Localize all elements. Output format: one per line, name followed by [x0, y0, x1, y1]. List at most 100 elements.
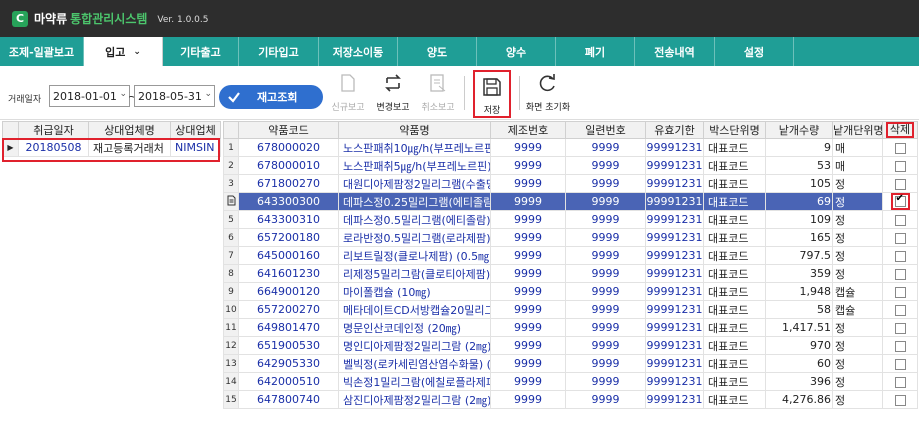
- serial-number-cell[interactable]: 9999: [565, 174, 646, 193]
- lot-number-cell[interactable]: 9999: [490, 156, 566, 175]
- expiry-date-cell[interactable]: 99991231: [645, 300, 704, 319]
- delete-checkbox[interactable]: [894, 340, 906, 352]
- new-report-button[interactable]: 신규보고: [330, 68, 366, 118]
- unit-quantity-cell[interactable]: 4,276.86: [765, 390, 833, 409]
- table-row[interactable]: 14 642000510 빅손정1밀리그람(에칠로플라제피 9999 9999 99991…: [223, 372, 918, 391]
- column-header[interactable]: 유효기한: [645, 121, 704, 139]
- delete-checkbox-cell[interactable]: [882, 210, 918, 229]
- expiry-date-cell[interactable]: 99991231: [645, 318, 704, 337]
- expiry-date-cell[interactable]: 99991231: [645, 174, 704, 193]
- chevron-down-icon[interactable]: ⌄: [204, 89, 212, 99]
- serial-number-cell[interactable]: 9999: [565, 336, 646, 355]
- unit-name-cell[interactable]: 정: [832, 372, 883, 391]
- lot-number-cell[interactable]: 9999: [490, 336, 566, 355]
- drug-name-cell[interactable]: 명문인산코데인정 (20㎎): [338, 318, 491, 337]
- unit-quantity-cell[interactable]: 58: [765, 300, 833, 319]
- save-button[interactable]: 저장: [473, 70, 511, 118]
- unit-name-cell[interactable]: 정: [832, 210, 883, 229]
- menu-storage-move[interactable]: 저장소이동: [319, 37, 398, 66]
- box-unit-cell[interactable]: 대표코드: [703, 318, 766, 337]
- delete-checkbox[interactable]: [894, 394, 906, 406]
- box-unit-cell[interactable]: 대표코드: [703, 354, 766, 373]
- reset-screen-button[interactable]: 화면 초기화: [524, 68, 572, 118]
- menu-dispense-batch[interactable]: 조제-일괄보고: [0, 37, 84, 66]
- column-header[interactable]: 약품명: [338, 121, 491, 139]
- serial-number-cell[interactable]: 9999: [565, 300, 646, 319]
- serial-number-cell[interactable]: 9999: [565, 282, 646, 301]
- box-unit-cell[interactable]: 대표코드: [703, 390, 766, 409]
- unit-name-cell[interactable]: 매: [832, 138, 883, 157]
- serial-number-cell[interactable]: 9999: [565, 318, 646, 337]
- expiry-date-cell[interactable]: 99991231: [645, 210, 704, 229]
- delete-checkbox-cell[interactable]: [882, 192, 918, 211]
- box-unit-cell[interactable]: 대표코드: [703, 138, 766, 157]
- drug-code-cell[interactable]: 641601230: [238, 264, 339, 283]
- unit-name-cell[interactable]: 캡슐: [832, 282, 883, 301]
- column-header[interactable]: 일련번호: [565, 121, 646, 139]
- lot-number-cell[interactable]: 9999: [490, 210, 566, 229]
- unit-quantity-cell[interactable]: 797.5: [765, 246, 833, 265]
- delete-checkbox-cell[interactable]: [882, 318, 918, 337]
- drug-name-cell[interactable]: 메타데이트CD서방캡슐20밀리그: [338, 300, 491, 319]
- delete-checkbox-cell[interactable]: [882, 174, 918, 193]
- drug-code-cell[interactable]: 642000510: [238, 372, 339, 391]
- drug-name-cell[interactable]: 데파스정0.25밀리그램(에티졸람): [338, 192, 491, 211]
- table-row[interactable]: 15 647800740 삼진디아제팜정2밀리그람 (2㎎) 9999 9999 9999…: [223, 390, 918, 409]
- drug-name-cell[interactable]: 마이폴캡슐 (10㎎): [338, 282, 491, 301]
- serial-number-cell[interactable]: 9999: [565, 354, 646, 373]
- expiry-date-cell[interactable]: 99991231: [645, 354, 704, 373]
- date-from-picker[interactable]: 2018-01-01 ⌄: [49, 85, 130, 107]
- drug-name-cell[interactable]: 삼진디아제팜정2밀리그람 (2㎎): [338, 390, 491, 409]
- delete-checkbox[interactable]: [894, 160, 906, 172]
- menu-receiving[interactable]: 입고 ⌄: [84, 37, 163, 66]
- delete-checkbox[interactable]: [894, 358, 906, 370]
- drug-name-cell[interactable]: 노스판패취5㎍/h(부프레노르핀): [338, 156, 491, 175]
- unit-quantity-cell[interactable]: 970: [765, 336, 833, 355]
- column-header[interactable]: 상대업체명: [88, 121, 171, 139]
- serial-number-cell[interactable]: 9999: [565, 390, 646, 409]
- box-unit-cell[interactable]: 대표코드: [703, 192, 766, 211]
- menu-settings[interactable]: 설정: [715, 37, 794, 66]
- drug-code-cell[interactable]: 643300300: [238, 192, 339, 211]
- box-unit-cell[interactable]: 대표코드: [703, 282, 766, 301]
- menu-disposal[interactable]: 폐기: [556, 37, 635, 66]
- table-row[interactable]: 3 671800270 대원디아제팜정2밀리그램(수출명 9999 9999 999912…: [223, 174, 918, 193]
- drug-code-cell[interactable]: 645000160: [238, 246, 339, 265]
- drug-name-cell[interactable]: 리보트릴정(클로나제팜) (0.5㎎): [338, 246, 491, 265]
- unit-quantity-cell[interactable]: 1,948: [765, 282, 833, 301]
- delete-checkbox[interactable]: [894, 142, 906, 154]
- box-unit-cell[interactable]: 대표코드: [703, 156, 766, 175]
- unit-quantity-cell[interactable]: 396: [765, 372, 833, 391]
- menu-transfer[interactable]: 양도: [398, 37, 477, 66]
- delete-checkbox-cell[interactable]: [882, 156, 918, 175]
- drug-name-cell[interactable]: 노스판패취10㎍/h(부프레노르핀: [338, 138, 491, 157]
- table-row[interactable]: 9 664900120 마이폴캡슐 (10㎎) 9999 9999 99991231 대표코…: [223, 282, 918, 301]
- serial-number-cell[interactable]: 9999: [565, 372, 646, 391]
- drug-name-cell[interactable]: 로라반정0.5밀리그램(로라제팜): [338, 228, 491, 247]
- menu-acquire[interactable]: 양수: [477, 37, 556, 66]
- delete-checkbox-cell[interactable]: [882, 300, 918, 319]
- table-row[interactable]: 12 651900530 명인디아제팜정2밀리그람 (2㎎) 9999 9999 9999…: [223, 336, 918, 355]
- delete-checkbox-cell[interactable]: [882, 282, 918, 301]
- table-row[interactable]: 2 678000010 노스판패취5㎍/h(부프레노르핀) 9999 9999 99991…: [223, 156, 918, 175]
- unit-quantity-cell[interactable]: 1,417.51: [765, 318, 833, 337]
- lot-number-cell[interactable]: 9999: [490, 390, 566, 409]
- expiry-date-cell[interactable]: 99991231: [645, 372, 704, 391]
- delete-checkbox-cell[interactable]: [882, 138, 918, 157]
- lot-number-cell[interactable]: 9999: [490, 372, 566, 391]
- unit-name-cell[interactable]: 매: [832, 156, 883, 175]
- serial-number-cell[interactable]: 9999: [565, 210, 646, 229]
- unit-quantity-cell[interactable]: 69: [765, 192, 833, 211]
- lot-number-cell[interactable]: 9999: [490, 228, 566, 247]
- column-header[interactable]: 취급일자: [18, 121, 89, 139]
- unit-quantity-cell[interactable]: 9: [765, 138, 833, 157]
- box-unit-cell[interactable]: 대표코드: [703, 336, 766, 355]
- box-unit-cell[interactable]: 대표코드: [703, 246, 766, 265]
- lot-number-cell[interactable]: 9999: [490, 318, 566, 337]
- delete-checkbox[interactable]: [894, 178, 906, 190]
- drug-name-cell[interactable]: 벨빅정(로카세린염산염수화물) (: [338, 354, 491, 373]
- expiry-date-cell[interactable]: 99991231: [645, 192, 704, 211]
- unit-name-cell[interactable]: 정: [832, 318, 883, 337]
- serial-number-cell[interactable]: 9999: [565, 246, 646, 265]
- box-unit-cell[interactable]: 대표코드: [703, 300, 766, 319]
